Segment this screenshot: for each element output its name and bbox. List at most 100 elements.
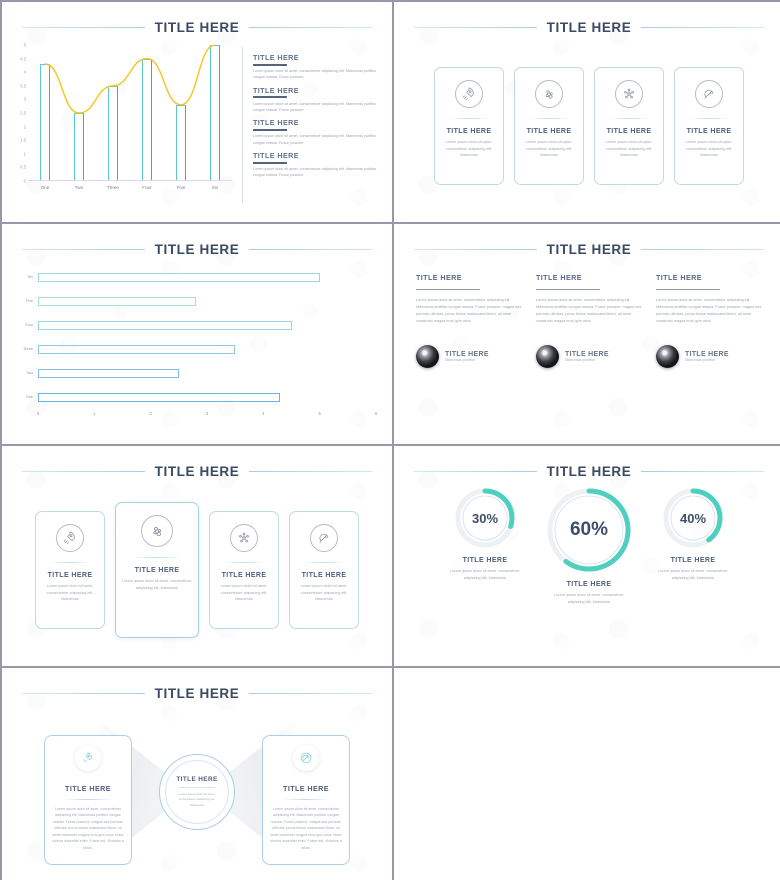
- text-block: TITLE HERE Lorem ipsum dolor sit amet, co…: [253, 53, 378, 80]
- hbar-label: One: [25, 395, 33, 399]
- divider: [131, 557, 183, 558]
- header-rule-right: [249, 693, 373, 694]
- hbar-rows: Six Five Four Three Two One: [12, 265, 376, 409]
- underline: [253, 161, 287, 164]
- slide1-body: 0 0.5 1 1.5 2 2.5 3 3.5 4 4.5 5 One Two Three Four Fiv…: [2, 35, 392, 217]
- person-row[interactable]: TITLE HERE Maecenas porttitor: [416, 345, 522, 369]
- donut-value: 60%: [569, 519, 609, 540]
- slide4-header: TITLE HERE: [394, 224, 780, 257]
- feature-card[interactable]: TITLE HERE Lorem ipsum dolor sit amet, co…: [35, 511, 105, 629]
- page-title: TITLE HERE: [154, 464, 240, 479]
- header-rule-left: [22, 27, 145, 28]
- card-text: Lorem ipsum dolor sit amet, consectetuer…: [525, 140, 573, 158]
- underline: [416, 289, 480, 290]
- divider: [688, 118, 730, 119]
- x-tick-label: 4: [262, 411, 265, 416]
- page-title: TITLE HERE: [546, 20, 632, 35]
- page-title: TITLE HERE: [154, 20, 240, 35]
- y-tick-label: 0.5: [20, 164, 26, 170]
- donut-title: TITLE HERE: [670, 557, 716, 564]
- page-title: TITLE HERE: [154, 686, 240, 701]
- feature-card[interactable]: TITLE HERE Lorem ipsum dolor sit amet, co…: [209, 511, 279, 629]
- column-title: TITLE HERE: [536, 273, 582, 282]
- rocket-icon: [455, 80, 483, 108]
- header-rule-right: [249, 249, 373, 250]
- slide-combo-chart: TITLE HERE 0 0.5 1 1.5 2 2.5 3 3.5 4 4.5 5 One Two T…: [2, 2, 392, 222]
- donut-ring: 60%: [546, 487, 632, 573]
- feature-card[interactable]: TITLE HERE Lorem ipsum dolor sit amet, co…: [289, 511, 359, 629]
- header-rule-left: [22, 693, 145, 694]
- donut-value: 40%: [679, 510, 707, 526]
- donut-gauge: 60% TITLE HERE Lorem ipsum dolor sit amet,…: [546, 487, 632, 605]
- x-tick-label: Two: [74, 185, 84, 190]
- x-tick-label: 3: [205, 411, 209, 416]
- panel-right-text: Lorem ipsum dolor sit amet, consectetuer…: [270, 807, 342, 850]
- network-hub-icon: [615, 80, 643, 108]
- card-title: TITLE HERE: [221, 572, 267, 579]
- text-block-title: TITLE HERE: [253, 151, 299, 161]
- underline: [253, 96, 287, 99]
- card-row: TITLE HERE Lorem ipsum dolor sit amet, co…: [394, 35, 780, 217]
- y-tick-label: 4.5: [20, 56, 26, 62]
- slide-section-cover: 04 TITLE HERE: [394, 668, 780, 880]
- text-column: TITLE HERE Lorem ipsum dolor sit amet, co…: [416, 273, 522, 439]
- text-block-body: Lorem ipsum dolor sit amet, consectetuer…: [253, 101, 377, 112]
- card-row: TITLE HERE Lorem ipsum dolor sit amet, co…: [2, 479, 392, 661]
- hbar-label: Two: [26, 371, 33, 375]
- hbar-track: [38, 392, 376, 402]
- underline: [536, 289, 600, 290]
- x-tick-label: One: [40, 185, 50, 190]
- y-tick-label: 3.5: [20, 83, 26, 89]
- x-tick-label: 1: [93, 411, 96, 416]
- divider: [179, 787, 215, 789]
- hbar-row: One: [12, 385, 376, 409]
- card-title: TITLE HERE: [526, 128, 572, 135]
- hbar-fill: [38, 272, 320, 282]
- hbar-label: Five: [25, 299, 33, 303]
- molecule-icon: [535, 80, 563, 108]
- donut-gauge: 40% TITLE HERE Lorem ipsum dolor sit amet,…: [650, 487, 736, 581]
- text-block-title: TITLE HERE: [253, 53, 299, 62]
- y-tick-label: 1.5: [20, 137, 26, 143]
- y-tick-label: 0: [23, 178, 26, 184]
- hbar-fill: [38, 392, 281, 402]
- text-block-title: TITLE HERE: [253, 85, 299, 95]
- feature-card[interactable]: TITLE HERE Lorem ipsum dolor sit amet, co…: [674, 67, 744, 185]
- y-tick-label: 3: [23, 96, 26, 102]
- center-node[interactable]: TITLE HERE Lorem ipsum dolor sit amet, c…: [159, 754, 235, 830]
- header-rule-right: [641, 249, 765, 250]
- person-name: TITLE HERE: [565, 351, 609, 359]
- hbar-fill: [38, 320, 292, 330]
- header-rule-right: [641, 27, 765, 28]
- combo-chart: 0 0.5 1 1.5 2 2.5 3 3.5 4 4.5 5 One Two Three Four Fiv…: [8, 41, 236, 217]
- page-title: TITLE HERE: [154, 242, 240, 257]
- y-tick-label: 1: [23, 151, 26, 157]
- underline: [656, 289, 720, 290]
- hbar-row: Five: [12, 289, 376, 313]
- column-text: Lorem ipsum dolor sit amet, consectetuer…: [536, 298, 642, 324]
- header-rule-left: [414, 27, 537, 28]
- page-title: TITLE HERE: [546, 242, 632, 257]
- panel-right[interactable]: TITLE HERE Lorem ipsum dolor sit amet, c…: [262, 735, 350, 865]
- card-text: Lorem ipsum dolor sit amet, consectetuer…: [220, 584, 268, 602]
- page-title: TITLE HERE: [546, 464, 632, 479]
- x-tick-label: Six: [211, 185, 219, 190]
- text-block-body: Lorem ipsum dolor sit amet, consectetuer…: [253, 167, 377, 178]
- hbar-row: Four: [12, 313, 376, 337]
- underline: [253, 63, 287, 66]
- column-title: TITLE HERE: [416, 273, 462, 282]
- person-row[interactable]: TITLE HERE Maecenas porttitor: [536, 345, 642, 369]
- person-row[interactable]: TITLE HERE Maecenas porttitor: [656, 345, 762, 369]
- divider: [608, 118, 650, 119]
- feature-card[interactable]: TITLE HERE Lorem ipsum dolor sit amet, co…: [514, 67, 584, 185]
- feature-card[interactable]: TITLE HERE Lorem ipsum dolor sit amet, co…: [115, 502, 199, 638]
- header-rule-left: [414, 471, 537, 472]
- feature-card[interactable]: TITLE HERE Lorem ipsum dolor sit amet, co…: [434, 67, 504, 185]
- feature-card[interactable]: TITLE HERE Lorem ipsum dolor sit amet, co…: [594, 67, 664, 185]
- panel-left[interactable]: TITLE HERE Lorem ipsum dolor sit amet, c…: [44, 735, 132, 865]
- divider: [448, 118, 490, 119]
- slide1-header: TITLE HERE: [2, 2, 392, 35]
- divider: [528, 118, 570, 119]
- hbar-fill: [38, 344, 236, 354]
- divider: [49, 562, 91, 563]
